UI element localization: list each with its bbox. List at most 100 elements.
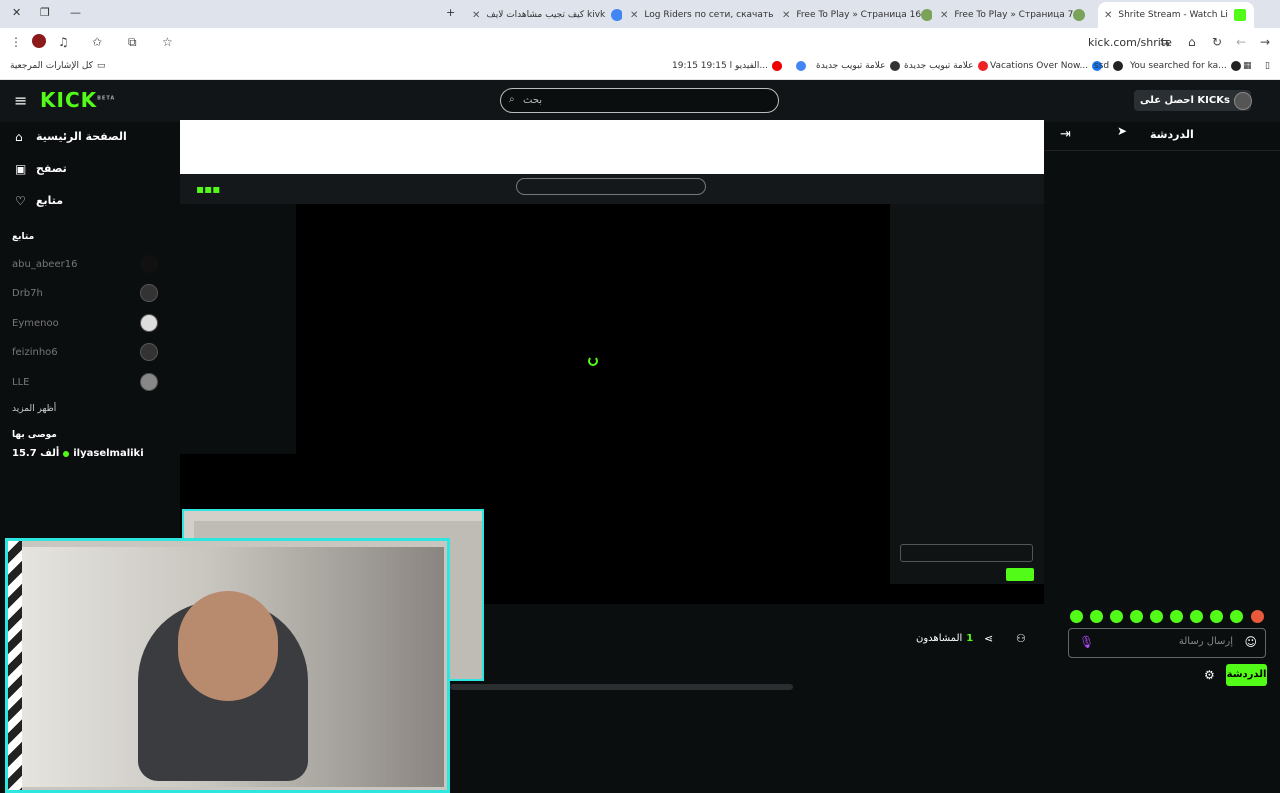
close-tab-icon[interactable]: ✕ [1104, 10, 1112, 21]
emote-icon[interactable] [1210, 610, 1223, 623]
close-tab-icon[interactable]: ✕ [630, 10, 638, 21]
kick-header: ≡ KICKBETA ⌕ بحث احصل على KICKs [0, 80, 1280, 122]
bookmark-4[interactable]: Vacations Over Now... [990, 61, 1103, 71]
tab-title: Log Riders по сети, скачать игр [644, 10, 774, 20]
menu-dots-icon[interactable]: ⋮ [10, 35, 22, 49]
tab-1[interactable]: ✕ كيف تجيب مشاهدات لايف kivk [466, 4, 622, 26]
profile-avatar[interactable] [32, 34, 46, 48]
emote-icon[interactable] [1230, 610, 1243, 623]
viewers-indicator: المشاهدون 1 [916, 633, 973, 644]
nav-home[interactable]: الصفحة الرئيسية [36, 130, 127, 143]
apps-grid-icon[interactable]: ▦ [1243, 61, 1252, 71]
tab-5-active[interactable]: ✕ Shrite Stream - Watch Live on K [1098, 2, 1254, 28]
captured-logo: ▪▪▪ [196, 182, 221, 196]
frog-icon [1073, 9, 1086, 21]
tab-title: كيف تجيب مشاهدات لايف kivk [486, 10, 606, 20]
scrollbar[interactable] [450, 684, 793, 690]
bookmarks-bar: كل الإشارات المرجعية ▭ 19:15 19:15 الفيد… [0, 56, 1280, 80]
close-tab-icon[interactable]: ✕ [472, 10, 480, 21]
share-icon[interactable]: ⋖ [984, 632, 993, 645]
emote-icon[interactable] [1130, 610, 1143, 623]
emote-icon[interactable] [1150, 610, 1163, 623]
tab-3[interactable]: ✕ Free To Play » Страница 16 [776, 4, 932, 26]
folder-icon: ▭ [96, 61, 106, 71]
recommended-channel[interactable]: 15.7 ألف ilyaselmaliki [12, 448, 144, 459]
bookmark-5[interactable]: ssd [1094, 61, 1124, 71]
captured-search [516, 178, 706, 195]
bookmark-2[interactable]: علامة تبويب جديدة [816, 61, 900, 71]
nav-following[interactable]: متابع [36, 194, 63, 207]
tab-title: Shrite Stream - Watch Live on K [1118, 10, 1228, 20]
browser-tab-bar: ✕ ❐ — + ✕ كيف تجيب مشاهدات لايف kivk ✕ L… [0, 0, 1280, 28]
media-icon[interactable]: ♫ [58, 35, 69, 49]
browser-toolbar: ⋮ ♫ ✩ ⧉ ☆ kick.com/shrite ⇆ ⌂ ↻ ← → [0, 28, 1280, 56]
emote-icon[interactable] [1170, 610, 1183, 623]
emote-icon[interactable] [1110, 610, 1123, 623]
captured-chat [890, 204, 1044, 584]
google-icon [796, 61, 806, 71]
recommended-header: موصى بها [12, 430, 57, 440]
maximize-icon[interactable]: ❐ [40, 6, 50, 19]
kick-logo[interactable]: KICKBETA [40, 88, 115, 112]
kick-icon [1234, 9, 1247, 21]
tab-4[interactable]: ✕ Free To Play » Страница 7 [934, 4, 1090, 26]
reading-list-icon[interactable]: ▯ [1265, 61, 1270, 71]
microphone-icon[interactable]: 🎙 [1079, 635, 1094, 649]
forward-icon[interactable]: ← [1236, 35, 1246, 49]
youtube-icon [772, 61, 782, 71]
nav-browse[interactable]: تصفح [36, 162, 67, 175]
channel-avatar [140, 284, 158, 302]
chat-message-input[interactable]: إرسال رسالة 🎙 ☺ [1068, 628, 1266, 658]
bookmark-1[interactable]: 19:15 19:15 الفيديو ا... [672, 61, 782, 71]
bookmark-star-icon[interactable]: ✩ [92, 35, 102, 49]
search-icon: ⌕ [509, 94, 515, 105]
user-avatar[interactable] [1234, 92, 1252, 110]
captured-chat-button [1006, 568, 1034, 581]
bookmark-google[interactable] [796, 61, 806, 71]
emote-icon[interactable] [1251, 610, 1264, 623]
tab-2[interactable]: ✕ Log Riders по сети, скачать игр [624, 4, 774, 26]
home-icon: ⌂ [15, 130, 23, 144]
bookmark-label: Vacations Over Now... [990, 61, 1089, 71]
followed-channel[interactable]: Drb7h [12, 288, 43, 299]
chat-send-button[interactable]: الدردشة [1226, 664, 1267, 686]
get-kicks-label: احصل على KICKs [1140, 95, 1230, 106]
extensions-icon[interactable]: ⧉ [128, 35, 137, 50]
captured-chat-input [900, 544, 1033, 562]
followed-channel[interactable]: abu_abeer16 [12, 259, 77, 270]
close-tab-icon[interactable]: ✕ [940, 10, 948, 21]
followed-channel[interactable]: LLE [12, 377, 29, 388]
minimize-icon[interactable]: — [70, 6, 81, 19]
viewers-count: 1 [966, 633, 974, 644]
show-more-link[interactable]: أظهر المزيد [12, 404, 56, 414]
close-window-icon[interactable]: ✕ [12, 6, 21, 19]
captured-sidebar [180, 204, 296, 454]
emote-icon[interactable] [1190, 610, 1203, 623]
new-tab-icon[interactable]: + [446, 6, 455, 19]
channel-avatar [140, 255, 158, 273]
bookmark-label: 19:15 19:15 الفيديو ا... [672, 61, 768, 71]
hamburger-menu-icon[interactable]: ≡ [14, 91, 27, 110]
logo-text: KICK [40, 88, 98, 112]
followed-channel[interactable]: Eymenoo [12, 318, 59, 329]
all-bookmarks[interactable]: كل الإشارات المرجعية ▭ [10, 61, 105, 71]
close-tab-icon[interactable]: ✕ [782, 10, 790, 21]
emote-icon[interactable] [1090, 610, 1103, 623]
home-icon[interactable]: ⌂ [1188, 35, 1196, 49]
back-icon[interactable]: → [1260, 35, 1270, 49]
emote-icon[interactable] [1070, 610, 1083, 623]
bookmark-6[interactable]: You searched for ka... [1130, 61, 1241, 71]
site-settings-icon[interactable]: ⇆ [1160, 35, 1170, 49]
star-icon[interactable]: ☆ [162, 35, 173, 49]
search-placeholder: بحث [523, 95, 543, 106]
bookmark-youtube[interactable] [772, 61, 782, 71]
collapse-chat-icon[interactable]: ⇥ [1060, 127, 1071, 142]
search-input[interactable]: ⌕ بحث [500, 88, 779, 113]
followed-channel[interactable]: feizinho6 [12, 347, 58, 358]
bookmark-3[interactable]: علامة تبويب جديدة [904, 61, 988, 71]
bookmark-label: علامة تبويب جديدة [816, 61, 886, 71]
emoji-icon[interactable]: ☺ [1244, 635, 1257, 649]
follow-user-icon[interactable]: ⚇ [1016, 632, 1026, 645]
reload-icon[interactable]: ↻ [1212, 35, 1222, 49]
chat-settings-gear-icon[interactable]: ⚙ [1204, 668, 1215, 682]
